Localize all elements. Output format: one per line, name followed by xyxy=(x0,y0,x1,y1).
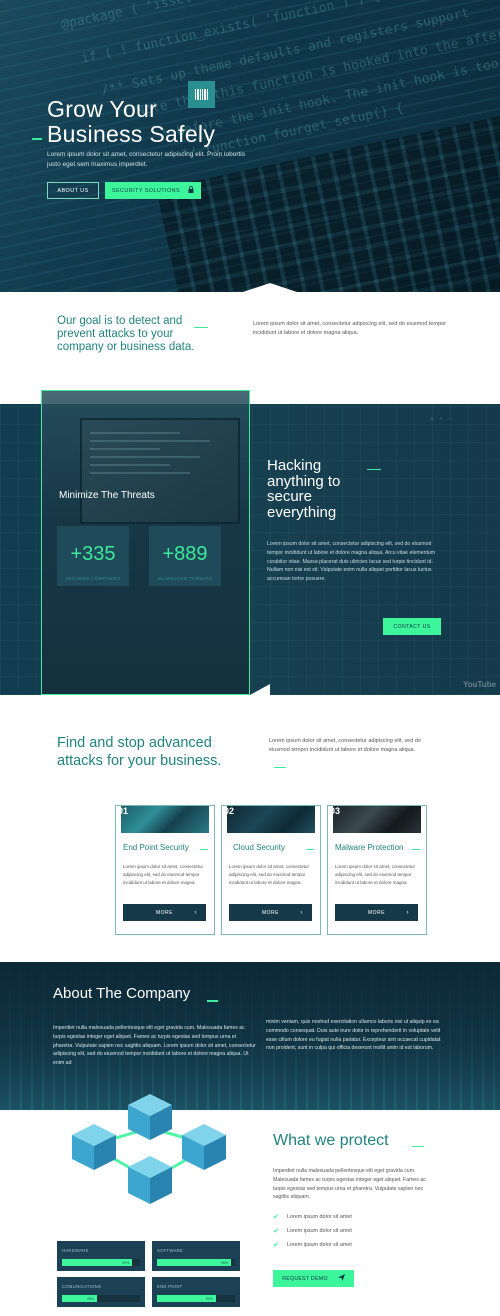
chevron-right-icon: › xyxy=(406,909,409,916)
accent-dash xyxy=(412,1146,424,1147)
check-label: Lorem ipsum dolor sit amet xyxy=(286,1214,352,1220)
accent-dash xyxy=(207,1000,218,1002)
service-card: 03 Malware Protection Lorem ipsum dolor … xyxy=(327,805,427,935)
progress-fill: 95% xyxy=(157,1259,232,1266)
chevron-right-icon: › xyxy=(194,909,197,916)
progress-label: END POINT xyxy=(157,1284,183,1289)
chevron-right-icon: › xyxy=(300,909,303,916)
accent-dash xyxy=(306,849,314,850)
circuit-image xyxy=(121,806,209,833)
find-text: Lorem ipsum dolor sit amet, consectetur … xyxy=(269,738,421,753)
stat-box: +889 ELIMINATED THREATS xyxy=(149,526,221,586)
check-icon: ✔ xyxy=(273,1228,279,1235)
contact-us-button[interactable]: CONTACT US xyxy=(383,618,441,635)
accent-dash xyxy=(274,767,286,768)
cubes-illustration xyxy=(72,1094,226,1204)
video-toolbar: ◷ ↗ ⋯ xyxy=(430,416,452,421)
malware-image xyxy=(333,806,421,833)
more-button[interactable]: MORE › xyxy=(123,904,206,921)
check-icon: ✔ xyxy=(273,1214,279,1221)
threats-heading: Hacking anything to secure everything xyxy=(267,457,341,521)
progress-bar-software: SOFTWARE 95% xyxy=(152,1241,240,1271)
accent-dash xyxy=(32,138,42,140)
about-text-right: minim veniam, quis nostrud exercitation … xyxy=(266,1019,441,1052)
stat-box: +335 SECURED COMPANIES xyxy=(57,526,129,586)
goal-text: Lorem ipsum dolor sit amet, consectetur … xyxy=(253,321,446,336)
service-title: End Point Security xyxy=(123,843,189,852)
hero-title: Grow Your Business Safely xyxy=(47,96,216,147)
about-us-button[interactable]: ABOUT US xyxy=(47,182,99,199)
progress-bar-communications: COMUNICATIONS 45% xyxy=(57,1277,145,1307)
check-label: Lorem ipsum dolor sit amet xyxy=(286,1228,352,1234)
request-demo-label: REQUEST DEMO xyxy=(282,1275,328,1282)
about-title: About The Company xyxy=(53,985,191,1002)
progress-value: 95% xyxy=(220,1260,229,1265)
section-notch xyxy=(240,283,300,293)
check-item: ✔ Lorem ipsum dolor sit amet xyxy=(273,1213,352,1221)
protect-text: Imperdiet nulla malesuada pellentesque e… xyxy=(273,1168,426,1201)
check-label: Lorem ipsum dolor sit amet xyxy=(286,1242,352,1248)
service-number: 02 xyxy=(224,806,235,816)
find-title: Find and stop advanced attacks for your … xyxy=(57,735,222,769)
accent-dash xyxy=(200,849,208,850)
progress-fill: 75% xyxy=(157,1295,216,1302)
card-title: Minimize The Threats xyxy=(59,490,155,501)
send-icon xyxy=(337,1274,345,1283)
progress-value: 75% xyxy=(205,1296,213,1301)
cloud-image xyxy=(227,806,315,833)
progress-value: 45% xyxy=(86,1296,95,1301)
more-label: MORE xyxy=(156,909,173,916)
stat-value: +335 xyxy=(70,543,116,565)
more-button[interactable]: MORE › xyxy=(335,904,418,921)
stat-label: SECURED COMPANIES xyxy=(65,576,121,581)
service-number: 03 xyxy=(330,806,341,816)
security-solutions-label: SECURITY SOLUTIONS xyxy=(111,187,181,194)
progress-bar-endpoint: END POINT 75% xyxy=(152,1277,240,1307)
accent-dash xyxy=(367,469,381,470)
service-title: Malware Protection xyxy=(335,843,404,852)
service-title: Cloud Security xyxy=(233,843,286,852)
progress-label: COMUNICATIONS xyxy=(62,1284,102,1289)
service-card: 02 Cloud Security Lorem ipsum dolor sit … xyxy=(221,805,321,935)
goal-title: Our goal is to detect and prevent attack… xyxy=(57,315,195,353)
request-demo-button[interactable]: REQUEST DEMO xyxy=(273,1270,354,1287)
protect-title: What we protect xyxy=(273,1132,389,1149)
security-solutions-button[interactable]: SECURITY SOLUTIONS xyxy=(105,182,201,199)
service-desc: Lorem ipsum dolor sit amet, consectetur … xyxy=(229,864,310,885)
section-notch xyxy=(250,684,270,695)
service-number: 01 xyxy=(118,806,129,816)
accent-dash xyxy=(412,849,420,850)
service-desc: Lorem ipsum dolor sit amet, consectetur … xyxy=(123,864,204,885)
check-icon: ✔ xyxy=(273,1242,279,1249)
lock-icon xyxy=(188,186,194,195)
service-desc: Lorem ipsum dolor sit amet, consectetur … xyxy=(335,864,416,885)
accent-dash xyxy=(194,327,208,328)
check-item: ✔ Lorem ipsum dolor sit amet xyxy=(273,1227,352,1235)
stat-label: ELIMINATED THREATS xyxy=(158,576,212,581)
youtube-watermark: YouTube xyxy=(463,680,497,689)
monitor-image xyxy=(80,418,240,524)
progress-fill: 45% xyxy=(62,1295,98,1302)
more-button[interactable]: MORE › xyxy=(229,904,312,921)
service-card: 01 End Point Security Lorem ipsum dolor … xyxy=(115,805,215,935)
progress-value: 90% xyxy=(121,1260,130,1265)
progress-label: HARDWARE xyxy=(62,1248,89,1253)
progress-label: SOFTWARE xyxy=(157,1248,183,1253)
threats-text: Lorem ipsum dolor sit amet, consectetur … xyxy=(267,541,436,583)
check-item: ✔ Lorem ipsum dolor sit amet xyxy=(273,1241,352,1249)
about-text-left: Imperdiet nulla malesuada pellentesque e… xyxy=(53,1025,256,1067)
hero-text: Lorem ipsum dolor sit amet, consectetur … xyxy=(47,151,245,168)
progress-fill: 90% xyxy=(62,1259,133,1266)
stat-value: +889 xyxy=(162,543,208,565)
more-label: MORE xyxy=(262,909,279,916)
more-label: MORE xyxy=(368,909,385,916)
progress-bar-hardware: HARDWARE 90% xyxy=(57,1241,145,1271)
